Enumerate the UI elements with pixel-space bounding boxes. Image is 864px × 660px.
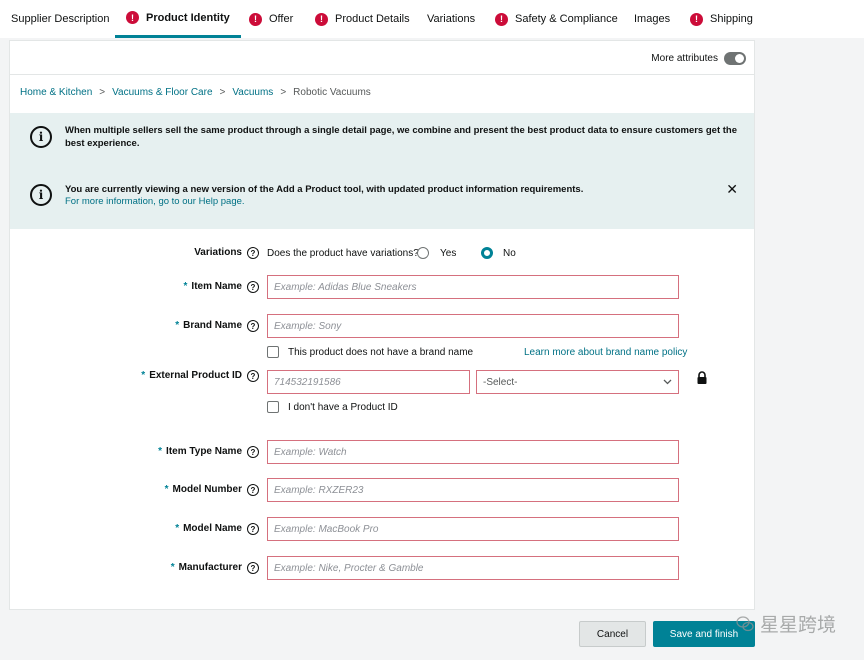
help-icon[interactable]: ? bbox=[247, 523, 259, 535]
breadcrumb-separator: > bbox=[219, 87, 226, 98]
breadcrumb-item[interactable]: Home & Kitchen bbox=[20, 87, 92, 98]
variations-yes-label: Yes bbox=[440, 248, 457, 259]
item-type-name-label: * Item Type Name bbox=[158, 446, 242, 457]
divider bbox=[10, 74, 754, 75]
breadcrumb-separator: > bbox=[280, 87, 287, 98]
tab-product-identity[interactable]: ! Product Identity bbox=[115, 0, 241, 38]
variations-no-label: No bbox=[503, 248, 516, 259]
close-icon[interactable]: ✕ bbox=[726, 181, 738, 198]
info-icon: i bbox=[30, 126, 52, 148]
manufacturer-label-text: Manufacturer bbox=[178, 562, 242, 573]
cancel-button[interactable]: Cancel bbox=[579, 621, 646, 647]
brand-name-input[interactable] bbox=[267, 314, 679, 338]
brand-name-label-text: Brand Name bbox=[183, 320, 242, 331]
more-attributes-label: More attributes bbox=[651, 53, 718, 64]
tab-label: Product Details bbox=[335, 13, 410, 25]
no-product-id-checkbox[interactable] bbox=[267, 401, 279, 413]
help-icon[interactable]: ? bbox=[247, 446, 259, 458]
help-icon[interactable]: ? bbox=[247, 281, 259, 293]
variations-label: Variations bbox=[194, 247, 242, 258]
variations-question: Does the product have variations? bbox=[267, 248, 419, 259]
help-page-link[interactable]: For more information, go to our Help pag… bbox=[65, 196, 245, 207]
tab-offer[interactable]: ! Offer bbox=[249, 0, 293, 38]
tab-label: Product Identity bbox=[146, 11, 230, 24]
watermark-text: 星星跨境 bbox=[759, 614, 836, 636]
required-mark: * bbox=[175, 523, 180, 534]
tab-label: Offer bbox=[269, 13, 294, 25]
required-mark: * bbox=[175, 320, 180, 331]
required-mark: * bbox=[158, 446, 163, 457]
item-name-input[interactable] bbox=[267, 275, 679, 299]
required-mark: * bbox=[164, 484, 169, 495]
brand-policy-link[interactable]: Learn more about brand name policy bbox=[524, 347, 687, 358]
tab-label: Images bbox=[634, 13, 671, 25]
tab-label: Shipping bbox=[710, 13, 753, 25]
info-alert-text: When multiple sellers sell the same prod… bbox=[65, 125, 737, 149]
breadcrumb: Home & Kitchen > Vacuums & Floor Care > … bbox=[20, 87, 371, 98]
brand-name-label: * Brand Name bbox=[175, 320, 242, 331]
external-product-id-input[interactable] bbox=[267, 370, 470, 394]
required-mark: * bbox=[183, 281, 188, 292]
error-icon: ! bbox=[249, 12, 262, 26]
model-name-label-text: Model Name bbox=[183, 523, 242, 534]
tab-supplier-description[interactable]: Supplier Description bbox=[11, 0, 109, 38]
info-icon: i bbox=[30, 184, 52, 206]
manufacturer-label: * Manufacturer bbox=[171, 562, 242, 573]
item-name-label: * Item Name bbox=[184, 281, 242, 292]
product-id-type-value: -Select- bbox=[483, 376, 518, 388]
breadcrumb-item[interactable]: Vacuums bbox=[232, 87, 273, 98]
error-icon: ! bbox=[495, 12, 508, 26]
variations-yes-radio[interactable] bbox=[417, 247, 429, 259]
tab-safety-compliance[interactable]: ! Safety & Compliance bbox=[495, 0, 618, 38]
watermark: 星星跨境 bbox=[736, 610, 836, 637]
help-icon[interactable]: ? bbox=[247, 370, 259, 382]
no-brand-label: This product does not have a brand name bbox=[288, 347, 474, 358]
version-alert-text: You are currently viewing a new version … bbox=[65, 184, 584, 195]
error-icon: ! bbox=[690, 12, 703, 26]
help-icon[interactable]: ? bbox=[247, 320, 259, 332]
model-number-label-text: Model Number bbox=[172, 484, 242, 495]
item-type-name-label-text: Item Type Name bbox=[166, 446, 242, 457]
more-attributes: More attributes bbox=[651, 52, 746, 65]
external-product-id-label-text: External Product ID bbox=[149, 370, 242, 381]
error-icon: ! bbox=[126, 11, 139, 24]
tab-label: Supplier Description bbox=[11, 13, 110, 25]
tab-label: Safety & Compliance bbox=[515, 13, 618, 25]
breadcrumb-current: Robotic Vacuums bbox=[293, 87, 371, 98]
model-number-label: * Model Number bbox=[165, 484, 242, 495]
breadcrumb-separator: > bbox=[99, 87, 106, 98]
chevron-down-icon bbox=[663, 379, 672, 385]
no-product-id-label: I don't have a Product ID bbox=[288, 402, 398, 413]
variations-label-text: Variations bbox=[194, 247, 242, 258]
help-icon[interactable]: ? bbox=[247, 562, 259, 574]
no-brand-checkbox[interactable] bbox=[267, 346, 279, 358]
tab-shipping[interactable]: ! Shipping bbox=[690, 0, 753, 38]
help-icon[interactable]: ? bbox=[247, 484, 259, 496]
manufacturer-input[interactable] bbox=[267, 556, 679, 580]
model-name-input[interactable] bbox=[267, 517, 679, 541]
more-attributes-toggle[interactable] bbox=[724, 52, 746, 65]
version-alert: i You are currently viewing a new versio… bbox=[10, 167, 754, 229]
breadcrumb-item[interactable]: Vacuums & Floor Care bbox=[112, 87, 212, 98]
error-icon: ! bbox=[315, 12, 328, 26]
model-name-label: * Model Name bbox=[175, 523, 242, 534]
lock-icon bbox=[697, 371, 707, 384]
product-id-type-select[interactable]: -Select- bbox=[476, 370, 679, 394]
tab-product-details[interactable]: ! Product Details bbox=[315, 0, 410, 38]
help-icon[interactable]: ? bbox=[247, 247, 259, 259]
required-mark: * bbox=[170, 562, 175, 573]
wechat-icon bbox=[736, 615, 754, 631]
form-panel: More attributes Home & Kitchen > Vacuums… bbox=[9, 40, 755, 610]
model-number-input[interactable] bbox=[267, 478, 679, 502]
tab-variations[interactable]: Variations bbox=[427, 0, 475, 38]
tab-images[interactable]: Images bbox=[634, 0, 670, 38]
tab-label: Variations bbox=[427, 13, 476, 25]
tab-bar: Supplier Description ! Product Identity … bbox=[0, 0, 864, 38]
required-mark: * bbox=[141, 370, 146, 381]
item-type-name-input[interactable] bbox=[267, 440, 679, 464]
info-alert: i When multiple sellers sell the same pr… bbox=[10, 113, 754, 167]
variations-no-radio[interactable] bbox=[481, 247, 493, 259]
item-name-label-text: Item Name bbox=[191, 281, 242, 292]
external-product-id-label: * External Product ID bbox=[141, 370, 242, 381]
